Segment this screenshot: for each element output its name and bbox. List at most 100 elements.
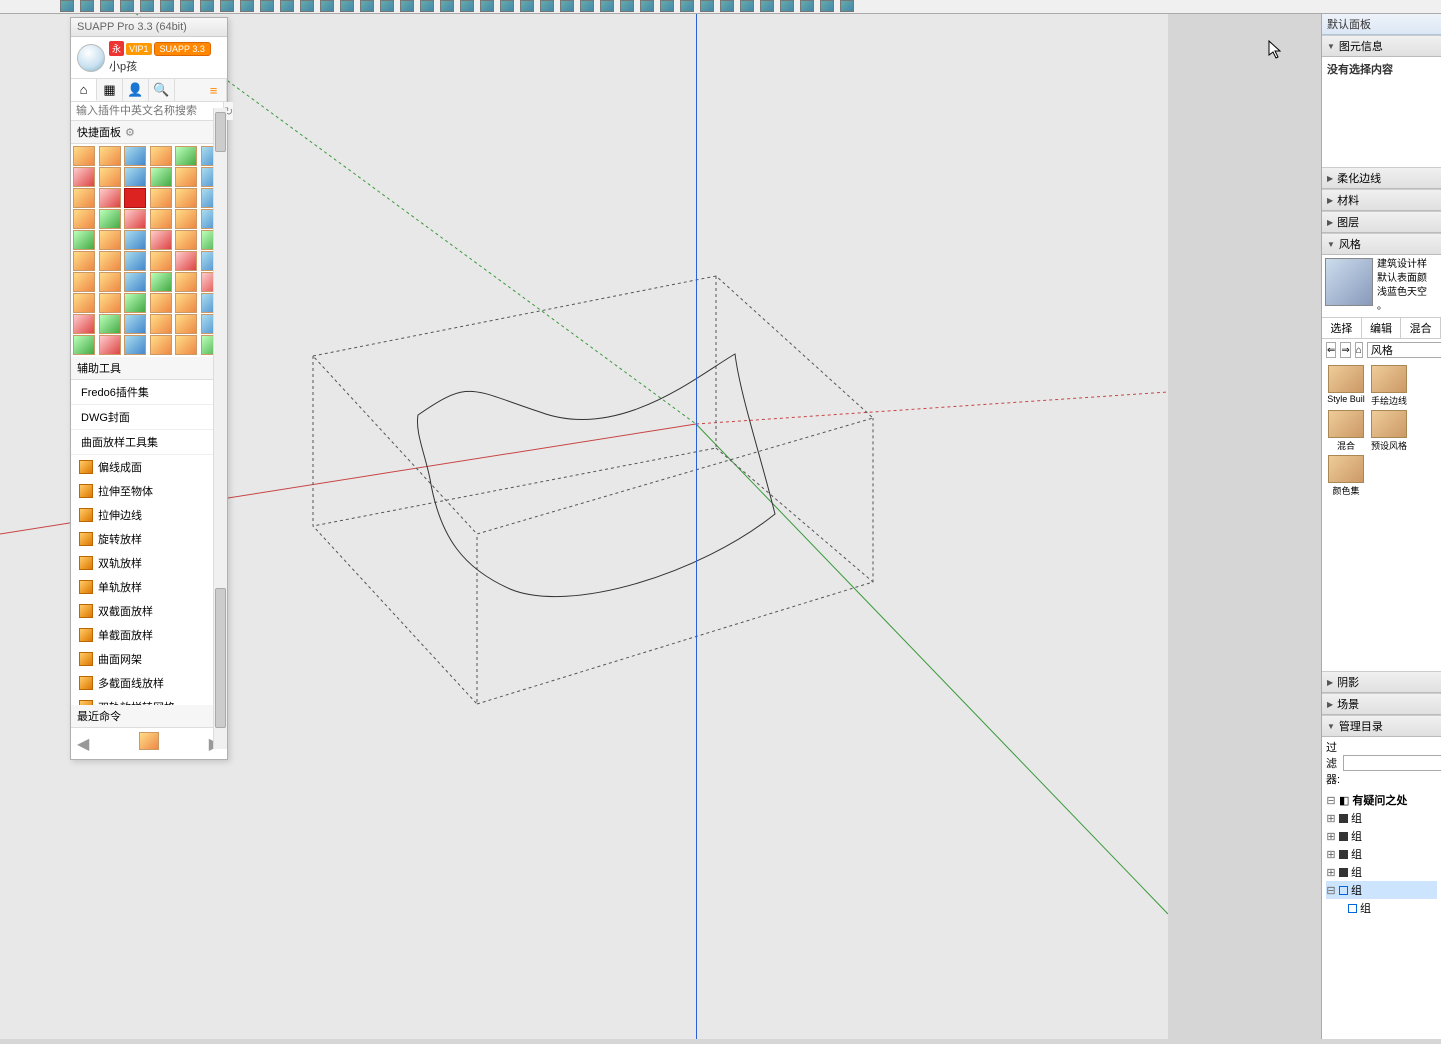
tool-list-item[interactable]: 双轨放样 <box>71 551 227 575</box>
tool-grid-button[interactable] <box>175 314 197 334</box>
nav-back-button[interactable]: ⇐ <box>1326 342 1336 358</box>
tree-node-group[interactable]: ⊞组 <box>1326 845 1437 863</box>
toolbar-icon[interactable] <box>380 0 394 12</box>
tool-grid-button[interactable] <box>175 272 197 292</box>
tool-grid-button[interactable] <box>175 230 197 250</box>
toolbar-icon[interactable] <box>720 0 734 12</box>
tool-list-item[interactable]: 曲面网架 <box>71 647 227 671</box>
recent-cmd-icon[interactable] <box>89 732 208 755</box>
tab-calendar[interactable]: ▦ <box>97 79 123 101</box>
tool-grid-button[interactable] <box>73 335 95 355</box>
tool-grid-button[interactable] <box>150 188 172 208</box>
tool-list-item[interactable]: 双轨放样转网格 <box>71 695 227 705</box>
section-recent-cmd[interactable]: 最近命令 ⌄ <box>71 705 227 728</box>
toolbar-icon[interactable] <box>300 0 314 12</box>
section-layers[interactable]: ▶图层 <box>1322 211 1441 233</box>
toolbar-icon[interactable] <box>640 0 654 12</box>
tool-grid-button[interactable] <box>150 272 172 292</box>
toolbar-icon[interactable] <box>100 0 114 12</box>
tool-grid-button[interactable] <box>175 293 197 313</box>
expand-icon[interactable]: ⊟ <box>1326 884 1336 897</box>
sub-item[interactable]: 曲面放样工具集› <box>71 430 227 455</box>
sub-item[interactable]: Fredo6插件集› <box>71 380 227 405</box>
current-style-thumb[interactable] <box>1325 258 1373 306</box>
section-scene[interactable]: ▶场景 <box>1322 693 1441 715</box>
toolbar-icon[interactable] <box>480 0 494 12</box>
tool-list-item[interactable]: 单截面放样 <box>71 623 227 647</box>
toolbar-icon[interactable] <box>600 0 614 12</box>
toolbar-icon[interactable] <box>540 0 554 12</box>
toolbar-icon[interactable] <box>580 0 594 12</box>
tool-grid-button[interactable] <box>175 188 197 208</box>
chevron-left-icon[interactable]: ◀ <box>77 734 89 754</box>
toolbar-icon[interactable] <box>660 0 674 12</box>
expand-icon[interactable]: ⊞ <box>1326 830 1336 843</box>
tool-grid-button[interactable] <box>99 209 121 229</box>
tool-grid-button[interactable] <box>124 272 146 292</box>
tool-list-item[interactable]: 偏线成面 <box>71 455 227 479</box>
tool-grid-button[interactable] <box>124 146 146 166</box>
tool-list-item[interactable]: 拉伸边线 <box>71 503 227 527</box>
tool-grid-button[interactable] <box>150 146 172 166</box>
tree-root[interactable]: ⊟◧有疑问之处 <box>1326 791 1437 809</box>
tool-grid-button[interactable] <box>99 230 121 250</box>
toolbar-icon[interactable] <box>820 0 834 12</box>
tool-grid-button[interactable] <box>150 314 172 334</box>
tool-grid-button[interactable] <box>175 251 197 271</box>
section-quick-panel[interactable]: 快捷面板 ⚙ ⌄ <box>71 121 227 144</box>
style-path-input[interactable] <box>1367 342 1441 358</box>
tool-grid-button[interactable] <box>175 167 197 187</box>
tool-grid-button[interactable] <box>150 230 172 250</box>
expand-icon[interactable]: ⊞ <box>1326 812 1336 825</box>
tool-list-item[interactable]: 旋转放样 <box>71 527 227 551</box>
expand-icon[interactable]: ⊞ <box>1326 866 1336 879</box>
tab-home[interactable]: ⌂ <box>71 79 97 101</box>
toolbar-icon[interactable] <box>620 0 634 12</box>
toolbar-icon[interactable] <box>740 0 754 12</box>
style-thumb[interactable]: 预设风格 <box>1369 410 1409 452</box>
toolbar-icon[interactable] <box>520 0 534 12</box>
toolbar-icon[interactable] <box>360 0 374 12</box>
section-outliner[interactable]: ▼管理目录 <box>1322 715 1441 737</box>
style-tab-mix[interactable]: 混合 <box>1401 318 1441 338</box>
tool-grid-button[interactable] <box>73 230 95 250</box>
style-tab-select[interactable]: 选择 <box>1322 318 1362 338</box>
toolbar-icon[interactable] <box>780 0 794 12</box>
tool-list-item[interactable]: 拉伸至物体 <box>71 479 227 503</box>
toolbar-icon[interactable] <box>840 0 854 12</box>
tool-grid-button[interactable] <box>73 167 95 187</box>
tool-grid-button[interactable] <box>124 293 146 313</box>
tool-grid-button[interactable] <box>150 293 172 313</box>
toolbar-icon[interactable] <box>340 0 354 12</box>
tree-node-group[interactable]: ⊞组 <box>1326 827 1437 845</box>
tool-grid-button[interactable] <box>99 314 121 334</box>
toolbar-icon[interactable] <box>700 0 714 12</box>
tool-grid-button[interactable] <box>99 335 121 355</box>
section-styles[interactable]: ▼风格 <box>1322 233 1441 255</box>
style-thumb[interactable]: 颜色集 <box>1326 455 1366 497</box>
style-tab-edit[interactable]: 编辑 <box>1362 318 1402 338</box>
tool-list-item[interactable]: 双截面放样 <box>71 599 227 623</box>
toolbar-icon[interactable] <box>180 0 194 12</box>
nav-fwd-button[interactable]: ⇒ <box>1340 342 1350 358</box>
toolbar-icon[interactable] <box>220 0 234 12</box>
toolbar-icon[interactable] <box>280 0 294 12</box>
tool-grid-button[interactable] <box>124 188 146 208</box>
tool-grid-button[interactable] <box>124 251 146 271</box>
nav-home-button[interactable]: ⌂ <box>1355 342 1363 358</box>
gear-icon[interactable]: ⚙ <box>125 126 135 139</box>
tool-grid-button[interactable] <box>73 251 95 271</box>
tab-user[interactable]: 👤 <box>123 79 149 101</box>
toolbar-icon[interactable] <box>60 0 74 12</box>
tool-grid-button[interactable] <box>73 293 95 313</box>
tool-grid-button[interactable] <box>124 335 146 355</box>
tool-grid-button[interactable] <box>99 251 121 271</box>
section-shadow[interactable]: ▶阴影 <box>1322 671 1441 693</box>
style-thumb[interactable]: Style Buil <box>1326 365 1366 407</box>
toolbar-icon[interactable] <box>260 0 274 12</box>
tool-grid-button[interactable] <box>73 188 95 208</box>
section-entity-info[interactable]: ▼图元信息 <box>1322 35 1441 57</box>
tool-grid-button[interactable] <box>99 272 121 292</box>
tool-grid-button[interactable] <box>124 167 146 187</box>
tool-grid-button[interactable] <box>150 335 172 355</box>
